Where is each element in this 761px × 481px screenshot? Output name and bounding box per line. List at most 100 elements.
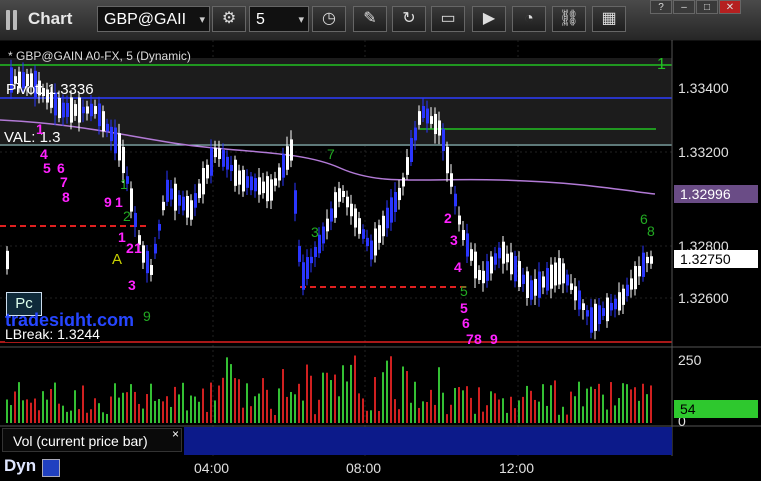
volume-bar [210,382,212,423]
volume-bar [178,394,180,423]
volume-bar [66,411,68,423]
volume-bar [434,404,436,423]
candle [210,148,213,176]
candle [370,240,373,260]
close-button[interactable]: ✕ [719,0,741,14]
volume-bar [346,381,348,423]
candle [110,126,113,142]
count-label: 1 [115,194,123,210]
settings-gear-button[interactable]: ⚙ [212,6,246,32]
window-title: Chart [28,9,73,28]
candle [618,292,621,311]
candle [282,154,285,178]
count-label: 1 [118,229,126,245]
candle [78,97,81,123]
volume-bar [498,399,500,423]
volume-bar [186,410,188,423]
volume-bar [454,387,456,423]
candle [6,250,9,270]
volume-bar [430,389,432,423]
volume-bar [634,387,636,423]
candle [102,111,105,132]
candle [114,127,117,154]
volume-bar [574,396,576,423]
count-label: 6 [640,211,648,227]
volume-bar [206,411,208,423]
dyn-settings-icon[interactable] [42,459,60,477]
candle [518,261,521,287]
clock-button[interactable]: ◷ [312,6,346,32]
volume-bar [22,400,24,423]
volume-bar [478,387,480,423]
candle [86,106,89,114]
volume-bar [594,389,596,423]
volume-bar [354,355,356,423]
candle [378,225,381,243]
volume-bar [266,389,268,423]
volume-bar [198,401,200,423]
volume-bar [518,400,520,423]
volume-bar [286,396,288,423]
volume-panel-label[interactable]: Vol (current price bar) [2,428,182,452]
volume-bar [438,367,440,423]
drag-grip-icon[interactable] [6,10,20,30]
volume-bar [190,395,192,423]
volume-bar [194,396,196,423]
volume-bar [150,383,152,423]
count-label: 6 [462,315,470,331]
count-label: 9 [104,194,112,210]
candle [510,252,513,275]
candle [410,138,413,162]
get-data-button[interactable]: ▭ [431,6,465,32]
candle [218,148,221,159]
volume-bar [138,403,140,423]
candle [538,271,541,298]
volume-bar [318,399,320,423]
volume-bar [30,402,32,423]
count-label: 5 [460,283,468,299]
candle [94,106,97,114]
volume-bar [78,409,80,423]
volume-bar [646,394,648,423]
volume-bar [322,372,324,423]
close-volume-icon[interactable]: × [172,427,179,441]
volume-bars [6,355,652,423]
volume-bar [554,380,556,423]
candle [98,103,101,127]
play-icon: ▶ [482,10,496,27]
volume-bar [70,410,72,423]
play-button[interactable]: ▶ [472,6,506,32]
draw-button[interactable]: ✎ [353,6,387,32]
dynamic-label[interactable]: Dyn [4,456,36,476]
candle [634,266,637,290]
candle [170,188,173,200]
volume-bar [614,405,616,423]
symbol-value: GBP@GAII [104,11,187,28]
help-button[interactable]: ? [650,0,672,14]
interval-selector[interactable]: 5 ▾ [249,6,309,32]
volume-bar [530,390,532,423]
volume-bar [166,396,168,423]
candle [394,191,397,213]
refresh-button[interactable]: ↻ [392,6,426,32]
candle [534,278,537,296]
count-label: 1 [36,121,44,137]
volume-bar [578,381,580,423]
maximize-button[interactable]: □ [696,0,718,14]
count-label: 7 [327,146,335,162]
volume-bar [630,389,632,423]
tile-button[interactable]: ▦ [592,6,626,32]
volume-bar [570,391,572,423]
volume-bar [302,400,304,423]
volume-bar [390,356,392,423]
link-button[interactable]: ⛓ [552,6,586,32]
volume-bar [246,383,248,423]
volume-bar [94,398,96,423]
candle [474,251,477,279]
volume-bar [386,360,388,423]
symbol-selector[interactable]: GBP@GAII ▾ [97,6,210,32]
candle [514,256,517,282]
volume-bar [522,396,524,423]
minimize-button[interactable]: – [673,0,695,14]
speed-button[interactable]: ◔ [512,6,546,32]
